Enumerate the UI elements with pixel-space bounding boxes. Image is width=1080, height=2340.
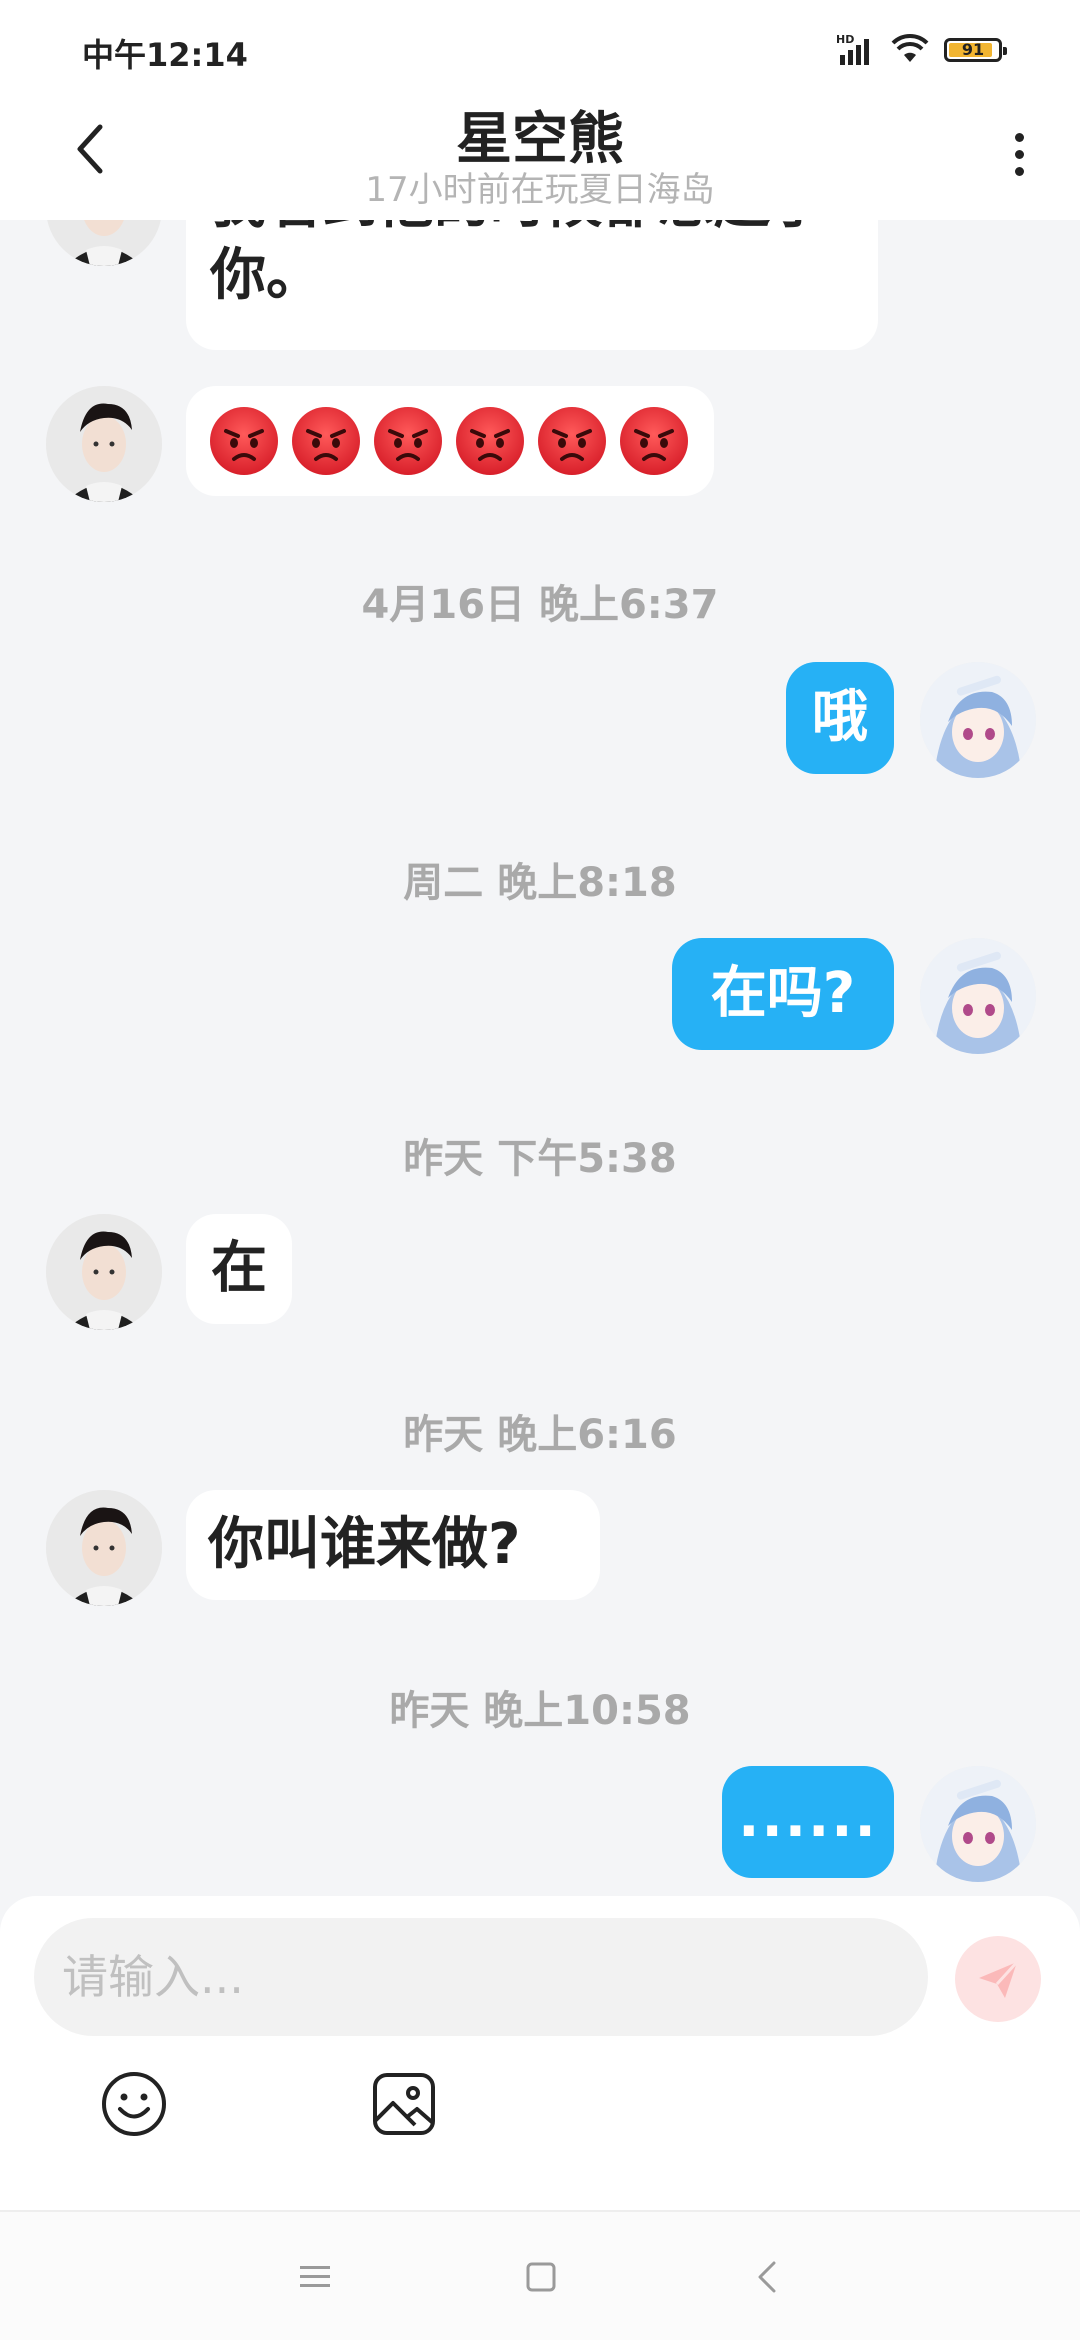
send-button[interactable] [955,1936,1041,2022]
angry-face-icon [456,407,524,475]
more-vertical-icon [1014,132,1024,142]
contact-avatar[interactable] [46,220,162,266]
send-icon [979,1960,1019,1998]
message-text: 在吗? [710,961,856,1026]
battery-cap [1003,47,1007,55]
image-icon [373,2073,435,2135]
message-timestamp: 4月16日 晚上6:37 [361,582,719,628]
message-bubble-incoming[interactable]: 在 [186,1214,292,1324]
home-button[interactable] [516,2252,566,2302]
system-back-button[interactable] [742,2252,792,2302]
emoji-button[interactable] [96,2066,172,2142]
recents-button[interactable] [290,2252,340,2302]
menu-icon [300,2266,330,2287]
message-bubble-outgoing[interactable]: ...... [722,1766,894,1878]
message-input[interactable] [34,1918,928,2036]
message-bubble-incoming[interactable]: 你叫谁来做? [186,1490,600,1600]
angry-face-icon [292,407,360,475]
smiley-icon [102,2072,166,2136]
home-icon [526,2262,556,2292]
message-list[interactable]: 我看到他的时候都想起了 你。 4月16日 晚上6:37 哦 [0,220,1080,1896]
angry-face-icon [538,407,606,475]
signal-icon: HD [836,33,876,67]
message-text: ...... [738,1785,878,1850]
message-timestamp: 昨天 下午5:38 [403,1136,677,1182]
status-time: 中午12:14 [82,36,248,74]
angry-face-icon [374,407,442,475]
message-bubble-outgoing[interactable]: 在吗? [672,938,894,1050]
contact-status: 17小时前在玩夏日海岛 [365,170,715,210]
my-avatar[interactable] [920,1766,1036,1882]
battery-icon: 91 [944,38,1007,62]
message-timestamp: 昨天 晚上10:58 [389,1688,691,1734]
status-bar: 中午12:14 HD 91 [0,0,1080,96]
chat-screen: 中午12:14 HD 91 星空熊 17小时前在玩夏日海岛 你。 4月16日 晚… [0,0,1080,2340]
status-icons: HD 91 [836,30,1007,70]
contact-avatar[interactable] [46,386,162,502]
message-text-line: 你。 [210,243,322,308]
message-text: 在 [211,1236,267,1301]
message-bubble-outgoing[interactable]: 哦 [786,662,894,774]
message-timestamp: 周二 晚上8:18 [403,860,677,906]
system-nav-bar [0,2210,1080,2340]
message-text: 哦 [812,685,868,750]
composer-panel [0,1896,1080,2210]
angry-face-icon [210,407,278,475]
message-timestamp: 昨天 晚上6:16 [403,1412,677,1458]
image-button[interactable] [366,2066,442,2142]
message-text-line: 我看到他的时候都想起了 [210,220,854,240]
my-avatar[interactable] [920,938,1036,1054]
battery-level: 91 [961,40,985,59]
angry-face-icon [620,407,688,475]
more-dot [1014,149,1024,159]
wifi-icon [890,32,930,68]
message-text: 你叫谁来做? [208,1512,521,1577]
message-bubble-incoming[interactable] [186,386,714,496]
emoji-row [206,403,694,479]
my-avatar[interactable] [920,662,1036,778]
contact-avatar[interactable] [46,1490,162,1606]
contact-avatar[interactable] [46,1214,162,1330]
message-bubble-incoming[interactable]: 我看到他的时候都想起了 你。 [186,220,878,350]
back-icon [758,2261,776,2293]
